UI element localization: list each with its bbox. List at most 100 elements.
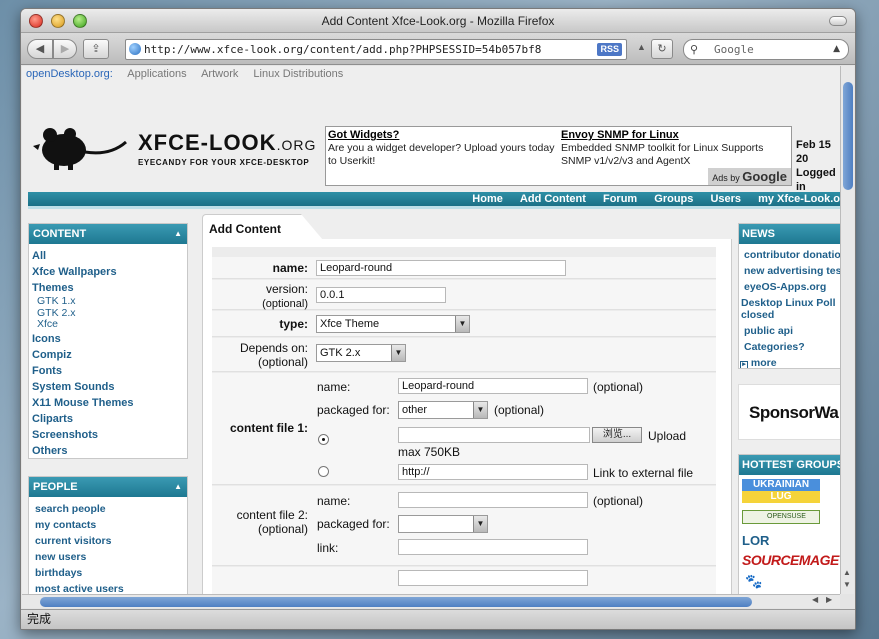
title-bar: Add Content Xfce-Look.org - Mozilla Fire… (21, 9, 855, 33)
content-box-header[interactable]: CONTENT ▲ (29, 224, 187, 244)
scroll-down-icon[interactable]: ▼ (843, 580, 851, 589)
file2-packaged-select[interactable]: ▼ (398, 515, 488, 533)
content-link-gtk1[interactable]: GTK 1.x (32, 295, 184, 308)
people-link-birthdays[interactable]: birthdays (32, 565, 184, 581)
upload-page-button[interactable]: ⇪ (83, 39, 109, 59)
url-bar[interactable]: http://www.xfce-look.org/content/add.php… (125, 39, 627, 60)
external-link-radio[interactable] (318, 466, 329, 477)
news-item[interactable]: public api (739, 323, 840, 339)
ad-text: Are you a widget developer? Upload yours… (328, 142, 555, 167)
version-input[interactable]: 0.0.1 (316, 287, 446, 303)
content-link-screenshots[interactable]: Screenshots (32, 427, 184, 443)
content-link-themes[interactable]: Themes (32, 280, 184, 296)
toolbar-toggle-button[interactable] (829, 16, 847, 26)
opendesktop-bar: openDesktop.org: Applications Artwork Li… (26, 68, 355, 84)
od-link-artwork[interactable]: Artwork (201, 68, 238, 80)
file2-label: content file 2: (optional) (236, 508, 308, 536)
status-text: 完成 (27, 612, 52, 626)
people-link-contacts[interactable]: my contacts (32, 517, 184, 533)
people-link-visitors[interactable]: current visitors (32, 533, 184, 549)
file-upload-input[interactable] (398, 427, 590, 443)
content-link-all[interactable]: All (32, 248, 184, 264)
content-link-xfce[interactable]: Xfce (32, 318, 184, 331)
status-bar: 完成 (21, 609, 855, 629)
back-button[interactable]: ◀ (27, 39, 53, 59)
nav-add-content[interactable]: Add Content (520, 193, 586, 205)
history-dropdown-icon[interactable]: ▲ (637, 42, 646, 52)
horizontal-scrollbar[interactable]: ◀ ▶ (22, 594, 840, 608)
od-link-linux-distributions[interactable]: Linux Distributions (253, 68, 343, 80)
content-link-wallpapers[interactable]: Xfce Wallpapers (32, 264, 184, 280)
nav-home[interactable]: Home (472, 193, 503, 205)
content-box: CONTENT ▲ All Xfce Wallpapers Themes GTK … (28, 223, 188, 459)
site-logo[interactable]: XFCE-LOOK.ORG EYECANDY FOR YOUR XFCE-DES… (30, 122, 320, 174)
depends-select[interactable]: GTK 2.x ▼ (316, 344, 406, 362)
file1-label: content file 1: (229, 421, 308, 435)
search-field[interactable]: ⚲ Google ▲ (683, 39, 849, 60)
chevron-down-icon: ▼ (391, 345, 405, 361)
content-link-others[interactable]: Others (32, 443, 184, 459)
horizontal-scroll-thumb[interactable] (40, 597, 752, 607)
rss-feed-icon[interactable]: RSS (597, 43, 622, 56)
type-select[interactable]: Xfce Theme ▼ (316, 315, 470, 333)
ad-title[interactable]: Envoy SNMP for Linux (561, 129, 791, 142)
vertical-scroll-thumb[interactable] (843, 82, 853, 190)
paw-group-icon[interactable]: 🐾 (745, 573, 762, 590)
content-link-cliparts[interactable]: Cliparts (32, 411, 184, 427)
content-link-icons[interactable]: Icons (32, 331, 184, 347)
forward-button[interactable]: ▶ (53, 39, 77, 59)
file2-link-input[interactable] (398, 539, 588, 555)
nav-groups[interactable]: Groups (654, 193, 693, 205)
nav-users[interactable]: Users (710, 193, 741, 205)
people-link-new-users[interactable]: new users (32, 549, 184, 565)
hottest-groups-header[interactable]: HOTTEST GROUPS (739, 455, 840, 475)
chevron-down-icon: ▼ (473, 516, 487, 532)
file3-name-input[interactable] (398, 570, 588, 586)
content-link-fonts[interactable]: Fonts (32, 363, 184, 379)
ukrainian-lug-group[interactable]: UKRAINIAN LUG (742, 479, 820, 503)
search-placeholder: Google (714, 43, 754, 56)
nav-my-account[interactable]: my Xfce-Look.o (758, 193, 840, 205)
news-item[interactable]: eyeOS-Apps.org (739, 279, 840, 295)
name-input[interactable]: Leopard-round (316, 260, 566, 276)
scroll-left-icon[interactable]: ◀ (812, 595, 818, 604)
search-engine-dropdown-icon[interactable]: ▲ (833, 40, 840, 59)
lor-group[interactable]: LOR (742, 533, 769, 548)
scroll-right-icon[interactable]: ▶ (826, 595, 832, 604)
ad-item[interactable]: Got Widgets? Are you a widget developer?… (328, 129, 558, 168)
collapse-icon: ▲ (174, 482, 182, 491)
news-more-link[interactable]: ▸ more (739, 355, 840, 368)
ads-by-google[interactable]: Ads by Google (708, 168, 791, 185)
ad-item[interactable]: Envoy SNMP for Linux Embedded SNMP toolk… (561, 129, 791, 168)
news-box-header[interactable]: NEWS (739, 224, 840, 244)
scroll-up-icon[interactable]: ▲ (843, 568, 851, 577)
content-link-mouse-themes[interactable]: X11 Mouse Themes (32, 395, 184, 411)
news-item[interactable]: new advertising tes (739, 263, 840, 279)
content-link-compiz[interactable]: Compiz (32, 347, 184, 363)
people-box-header[interactable]: PEOPLE ▲ (29, 477, 187, 497)
vertical-scrollbar[interactable]: ▲ ▼ (840, 66, 854, 594)
file1-packaged-select[interactable]: other ▼ (398, 401, 488, 419)
content-link-system-sounds[interactable]: System Sounds (32, 379, 184, 395)
news-item[interactable]: Categories? (739, 339, 840, 355)
nav-forum[interactable]: Forum (603, 193, 637, 205)
file2-name-input[interactable] (398, 492, 588, 508)
people-link-search[interactable]: search people (32, 501, 184, 517)
browse-button[interactable]: 浏览... (592, 427, 642, 443)
people-link-active-users[interactable]: most active users (32, 581, 184, 594)
external-link-input[interactable]: http:// (398, 464, 588, 480)
news-item[interactable]: contributor donation (739, 247, 840, 263)
opensuse-group[interactable]: OPENSUSE (742, 510, 820, 524)
browser-window: Add Content Xfce-Look.org - Mozilla Fire… (20, 8, 856, 630)
upload-radio[interactable] (318, 434, 329, 445)
news-item[interactable]: Desktop Linux Poll closed (739, 295, 840, 323)
reload-button[interactable]: ↻ (651, 39, 673, 59)
form-row-file2: content file 2: (optional) name: (optiona… (212, 486, 716, 566)
od-link-applications[interactable]: Applications (127, 68, 186, 80)
sourcemage-group[interactable]: SOURCEMAGE (742, 552, 839, 568)
opendesktop-link[interactable]: openDesktop.org: (26, 68, 113, 80)
sponsor-banner[interactable]: SponsorWa (738, 384, 840, 440)
file1-name-input[interactable]: Leopard-round (398, 378, 588, 394)
logo-tagline: EYECANDY FOR YOUR XFCE-DESKTOP (138, 158, 310, 167)
ad-title[interactable]: Got Widgets? (328, 129, 558, 142)
